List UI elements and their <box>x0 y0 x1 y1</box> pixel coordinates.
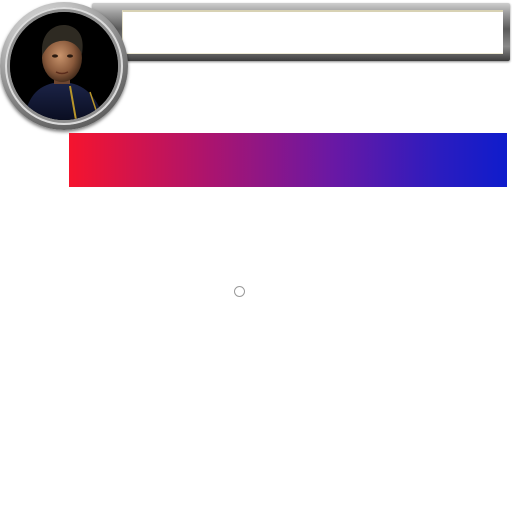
target-name-field <box>122 10 503 54</box>
crosshair-ring-icon <box>234 286 245 297</box>
portrait-frame[interactable] <box>0 2 128 130</box>
health-gauge-bar <box>69 133 507 187</box>
target-name-plate <box>92 3 510 61</box>
health-gauge-fill <box>69 133 507 187</box>
game-hud <box>0 0 512 512</box>
character-portrait-icon <box>10 12 118 120</box>
